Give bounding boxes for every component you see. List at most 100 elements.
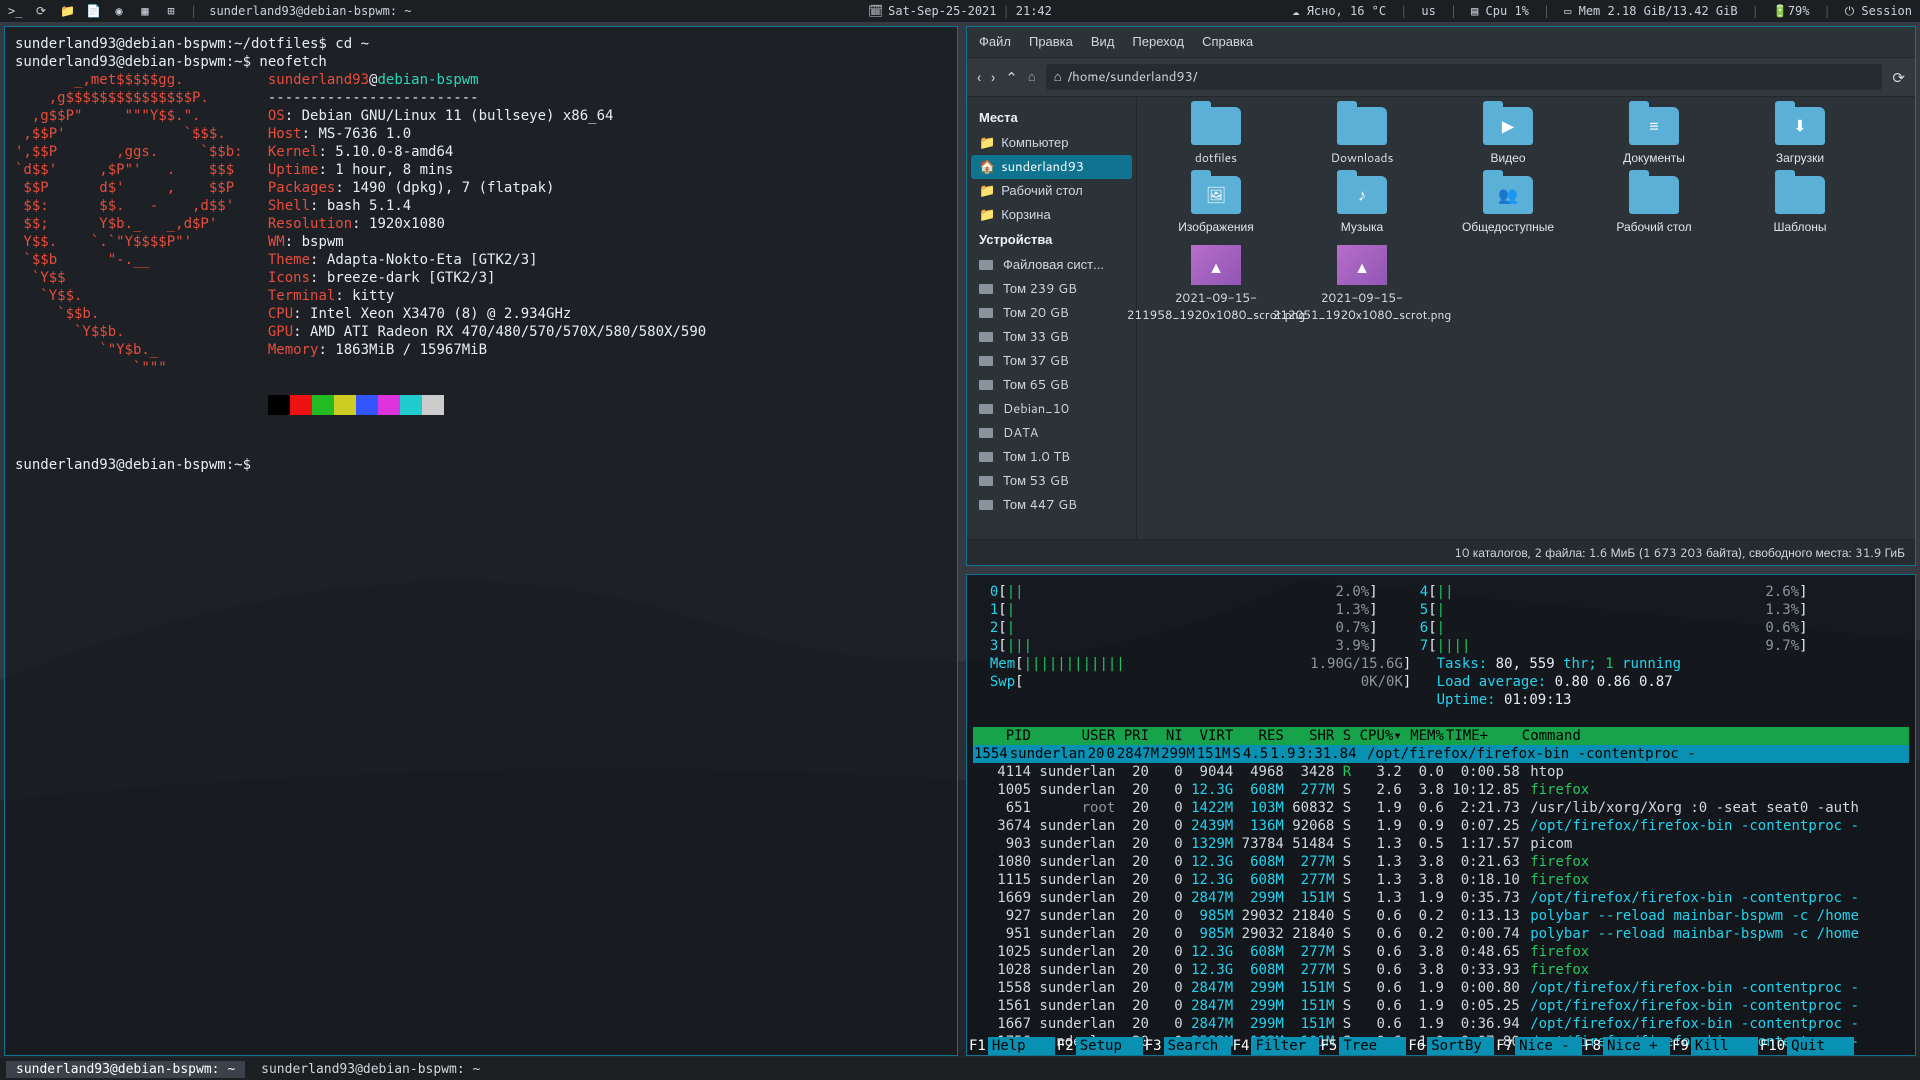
fn-key[interactable]: F10 bbox=[1758, 1037, 1787, 1055]
home-button[interactable]: ⌂ bbox=[1028, 68, 1036, 86]
terminal-icon[interactable]: >_ bbox=[8, 4, 22, 18]
fm-content[interactable]: dotfilesDownloads▶Видео≡Документы⬇Загруз… bbox=[1137, 97, 1915, 539]
back-button[interactable]: ‹ bbox=[977, 67, 981, 88]
htop-window[interactable]: 0[|| 2.0%] 4[|| 2.6%] 1[| 1.3%] 5[| 1.3%… bbox=[966, 574, 1916, 1056]
fm-menu-item[interactable]: Переход bbox=[1132, 33, 1184, 51]
folder-item[interactable]: 👥Общедоступные bbox=[1439, 176, 1577, 235]
refresh-button[interactable]: ⟳ bbox=[1892, 67, 1905, 88]
fn-key[interactable]: F3 bbox=[1143, 1037, 1164, 1055]
htop-row[interactable]: 651root2001422M103M60832S1.90.62:21.73 /… bbox=[973, 799, 1909, 817]
path-entry[interactable]: ⌂ /home/sunderland93/ bbox=[1046, 64, 1883, 90]
sidebar-device[interactable]: DATA bbox=[971, 421, 1132, 445]
htop-row[interactable]: 1080sunderlan20012.3G608M277MS1.33.80:21… bbox=[973, 853, 1909, 871]
up-button[interactable]: ⌃ bbox=[1005, 67, 1018, 88]
mem-widget[interactable]: ▭ Mem 2.18 GiB/13.42 GiB bbox=[1564, 4, 1737, 18]
fn-label[interactable]: Tree bbox=[1339, 1037, 1406, 1055]
grid-icon[interactable]: ▦ bbox=[138, 4, 152, 18]
fm-menu-item[interactable]: Вид bbox=[1091, 33, 1115, 51]
folder-item[interactable]: 🖼Изображения bbox=[1147, 176, 1285, 235]
fn-key[interactable]: F2 bbox=[1055, 1037, 1076, 1055]
htop-row[interactable]: 951sunderlan200985M2903221840S0.60.20:00… bbox=[973, 925, 1909, 943]
sidebar-device[interactable]: Debian_10 bbox=[971, 397, 1132, 421]
htop-row[interactable]: 1005sunderlan20012.3G608M277MS2.63.810:1… bbox=[973, 781, 1909, 799]
htop-row[interactable]: 1028sunderlan20012.3G608M277MS0.63.80:33… bbox=[973, 961, 1909, 979]
htop-row[interactable]: 1558sunderlan2002847M299M151MS0.61.90:00… bbox=[973, 979, 1909, 997]
sidebar-item[interactable]: 🏠sunderland93 bbox=[971, 155, 1132, 179]
htop-row[interactable]: 1025sunderlan20012.3G608M277MS0.63.80:48… bbox=[973, 943, 1909, 961]
place-icon: 🏠 bbox=[979, 158, 995, 176]
image-file-icon bbox=[1191, 245, 1241, 285]
reload-icon[interactable]: ⟳ bbox=[34, 4, 48, 18]
file-manager-window[interactable]: Файл Правка Вид Переход Справка ‹ › ⌃ ⌂ ⌂ /h… bbox=[966, 26, 1916, 566]
fn-key[interactable]: F9 bbox=[1670, 1037, 1691, 1055]
fn-label[interactable]: Nice - bbox=[1515, 1037, 1582, 1055]
folder-icon[interactable]: 📁 bbox=[60, 4, 74, 18]
fn-label[interactable]: Nice + bbox=[1603, 1037, 1670, 1055]
session-button[interactable]: ⏻ Session bbox=[1845, 4, 1912, 19]
htop-row[interactable]: 927sunderlan200985M2903221840S0.60.20:13… bbox=[973, 907, 1909, 925]
folder-icon: ♪ bbox=[1337, 176, 1387, 214]
fm-menu-item[interactable]: Файл bbox=[979, 33, 1011, 51]
sidebar-device[interactable]: Том 65 GB bbox=[971, 373, 1132, 397]
htop-row[interactable]: 1554sunderlan2002847M299M151MS4.51.93:31… bbox=[973, 745, 1909, 763]
folder-item[interactable]: Шаблоны bbox=[1731, 176, 1869, 235]
htop-row[interactable]: 1669sunderlan2002847M299M151MS1.31.90:35… bbox=[973, 889, 1909, 907]
htop-row[interactable]: 903sunderlan2001329M7378451484S1.30.51:1… bbox=[973, 835, 1909, 853]
sidebar-device[interactable]: Том 239 GB bbox=[971, 277, 1132, 301]
fn-key[interactable]: F5 bbox=[1319, 1037, 1340, 1055]
file-item[interactable]: 2021-09-15-211958_1920x1080_scrot.png bbox=[1147, 245, 1285, 323]
file-item[interactable]: 2021-09-15-212051_1920x1080_scrot.png bbox=[1293, 245, 1431, 323]
htop-row[interactable]: 1115sunderlan20012.3G608M277MS1.33.80:18… bbox=[973, 871, 1909, 889]
htop-row[interactable]: 1667sunderlan2002847M299M151MS0.61.90:36… bbox=[973, 1015, 1909, 1033]
taskbar-task[interactable]: sunderland93@debian-bspwm: ~ bbox=[6, 1061, 245, 1078]
sidebar-item[interactable]: 📁Рабочий стол bbox=[971, 179, 1132, 203]
fm-menu-item[interactable]: Правка bbox=[1029, 33, 1073, 51]
drive-icon bbox=[979, 356, 993, 366]
folder-item[interactable]: ≡Документы bbox=[1585, 107, 1723, 166]
forward-button[interactable]: › bbox=[991, 67, 995, 88]
htop-row[interactable]: 4114sunderlan200904449683428R3.20.00:00.… bbox=[973, 763, 1909, 781]
fn-label[interactable]: Search bbox=[1164, 1037, 1231, 1055]
fn-key[interactable]: F8 bbox=[1582, 1037, 1603, 1055]
htop-header[interactable]: PIDUSERPRINIVIRTRESSHRSCPU%▾MEM%TIME+Com… bbox=[973, 727, 1909, 745]
sidebar-device[interactable]: Том 33 GB bbox=[971, 325, 1132, 349]
folder-item[interactable]: Downloads bbox=[1293, 107, 1431, 166]
kb-layout[interactable]: us bbox=[1421, 4, 1435, 18]
fn-label[interactable]: Filter bbox=[1251, 1037, 1318, 1055]
sidebar-device[interactable]: Том 447 GB bbox=[971, 493, 1132, 517]
folder-item[interactable]: ♪Музыка bbox=[1293, 176, 1431, 235]
cloud-icon: ☁ bbox=[1292, 4, 1299, 18]
fm-menu-item[interactable]: Справка bbox=[1202, 33, 1253, 51]
doc-icon[interactable]: 📄 bbox=[86, 4, 100, 18]
fn-key[interactable]: F1 bbox=[967, 1037, 988, 1055]
sidebar-item[interactable]: 📁Компьютер bbox=[971, 131, 1132, 155]
weather-text[interactable]: ☁ Ясно, 16 °C bbox=[1292, 4, 1386, 18]
fn-key[interactable]: F6 bbox=[1406, 1037, 1427, 1055]
taskbar-task[interactable]: sunderland93@debian-bspwm: ~ bbox=[251, 1061, 490, 1078]
cpu-widget[interactable]: ▤ Cpu 1% bbox=[1471, 4, 1529, 18]
folder-item[interactable]: ▶Видео bbox=[1439, 107, 1577, 166]
sidebar-device[interactable]: Том 20 GB bbox=[971, 301, 1132, 325]
disc-icon[interactable]: ◉ bbox=[112, 4, 126, 18]
sidebar-device[interactable]: Том 1.0 TB bbox=[971, 445, 1132, 469]
fn-label[interactable]: SortBy bbox=[1427, 1037, 1494, 1055]
sidebar-device[interactable]: Файловая сист... bbox=[971, 253, 1132, 277]
sidebar-device[interactable]: Том 37 GB bbox=[971, 349, 1132, 373]
sidebar-item[interactable]: 📁Корзина bbox=[971, 203, 1132, 227]
sidebar-device[interactable]: Том 53 GB bbox=[971, 469, 1132, 493]
folder-item[interactable]: dotfiles bbox=[1147, 107, 1285, 166]
folder-item[interactable]: Рабочий стол bbox=[1585, 176, 1723, 235]
fn-label[interactable]: Kill bbox=[1691, 1037, 1758, 1055]
fn-label[interactable]: Help bbox=[988, 1037, 1055, 1055]
terminal-window[interactable]: sunderland93@debian-bspwm:~/dotfiles$ cd… bbox=[4, 26, 958, 1056]
fn-key[interactable]: F4 bbox=[1231, 1037, 1252, 1055]
apps-icon[interactable]: ⊞ bbox=[164, 4, 178, 18]
fn-label[interactable]: Setup bbox=[1076, 1037, 1143, 1055]
htop-row[interactable]: 3674sunderlan2002439M136M92068S1.90.90:0… bbox=[973, 817, 1909, 835]
battery-widget[interactable]: 🔋79% bbox=[1773, 4, 1810, 18]
folder-item[interactable]: ⬇Загрузки bbox=[1731, 107, 1869, 166]
htop-row[interactable]: 1561sunderlan2002847M299M151MS0.61.90:05… bbox=[973, 997, 1909, 1015]
fn-key[interactable]: F7 bbox=[1494, 1037, 1515, 1055]
folder-label: Рабочий стол bbox=[1616, 218, 1691, 235]
fn-label[interactable]: Quit bbox=[1787, 1037, 1854, 1055]
